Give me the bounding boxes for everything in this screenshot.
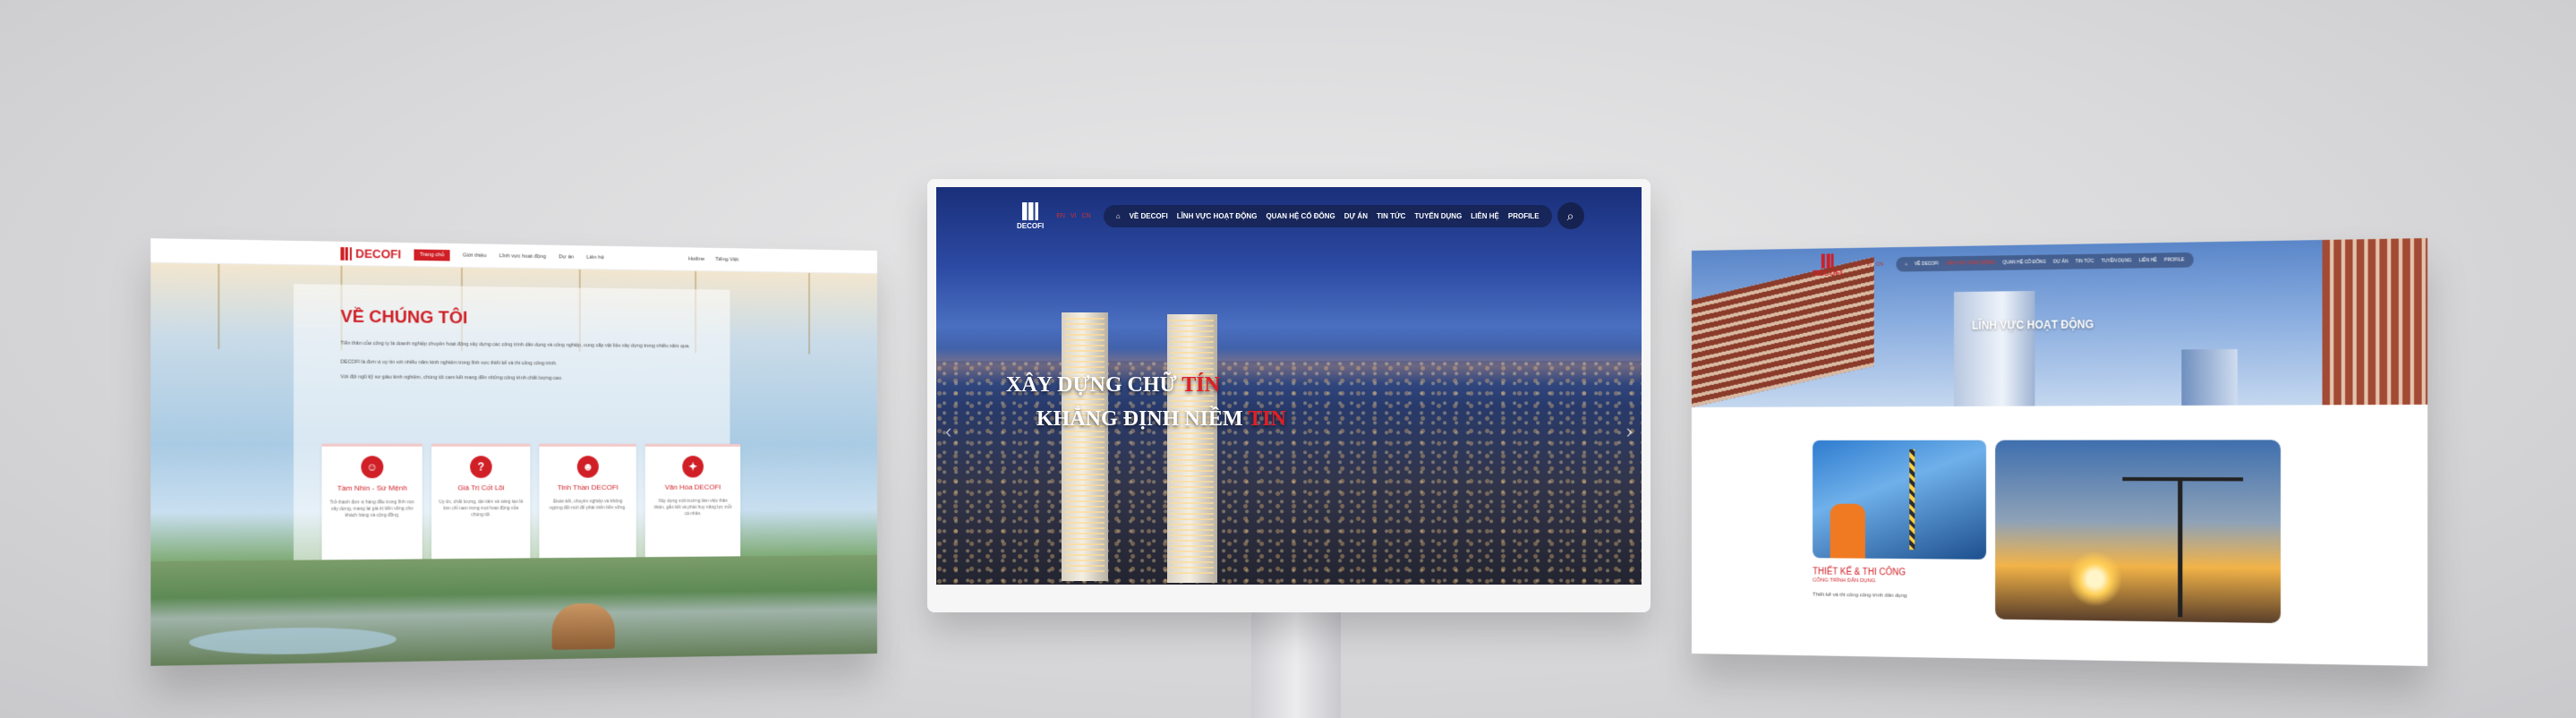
service-card-title[interactable]: THIẾT KẾ & THI CÔNG <box>1813 567 1906 577</box>
feature-title: Tầm Nhìn - Sứ Mệnh <box>337 483 407 492</box>
building-logo-icon <box>1022 201 1039 220</box>
home-icon[interactable]: ⌂ <box>1905 261 1907 267</box>
menu-item-fields[interactable]: LĨNH VỰC HOẠT ĐỘNG <box>1946 261 1996 267</box>
search-icon[interactable]: ⌕ <box>1557 202 1584 229</box>
right-logo[interactable]: DECOFI <box>1813 253 1842 278</box>
left-screen-wrapper: VỀ CHÚNG TÔI Tiền thân của công ty là do… <box>150 238 877 666</box>
lake-shape <box>189 626 397 656</box>
language-switcher: EN VI CN <box>1855 262 1883 269</box>
crane-jib-shape <box>2122 476 2244 482</box>
home-icon[interactable]: ⌂ <box>1116 212 1121 220</box>
logo-text: DECOFI <box>1017 221 1045 230</box>
center-navbar: DECOFI EN VI CN ⌂ VỀ DECOFI LĨNH VỰC HOẠ… <box>1017 198 1584 234</box>
menu-item-fields[interactable]: LĨNH VỰC HOẠT ĐỘNG <box>1177 212 1258 220</box>
menu-item-shareholders[interactable]: QUAN HỆ CỔ ĐÔNG <box>1266 212 1335 220</box>
building-shape <box>1954 290 2035 406</box>
lang-en[interactable]: EN <box>1855 262 1862 268</box>
building-shape <box>2181 348 2238 406</box>
building-shape <box>1692 257 1874 407</box>
menu-item-careers[interactable]: TUYỂN DỤNG <box>2102 258 2132 264</box>
center-screen: DECOFI EN VI CN ⌂ VỀ DECOFI LĨNH VỰC HOẠ… <box>936 187 1642 585</box>
language-switch[interactable]: Tiếng Việt <box>715 257 738 262</box>
menu-item-projects[interactable]: DỰ ÁN <box>1344 212 1368 220</box>
building-shape <box>2322 237 2428 406</box>
menu-item-news[interactable]: TIN TỨC <box>2076 259 2094 265</box>
nav-projects[interactable]: Dự án <box>559 254 574 260</box>
slider-prev-icon[interactable]: ‹ <box>945 420 951 443</box>
about-title: VỀ CHÚNG TÔI <box>340 306 468 329</box>
service-card-image-worker[interactable] <box>1813 440 1987 560</box>
lang-vi[interactable]: VI <box>1866 262 1872 268</box>
slogan-text: XÂY DỰNG CHỮ <box>1006 373 1177 397</box>
logo-text: DECOFI <box>355 246 402 261</box>
question-icon: ? <box>470 456 492 478</box>
nav-about[interactable]: Giới thiệu <box>463 252 487 259</box>
lang-cn[interactable]: CN <box>1082 213 1091 219</box>
hotline-link[interactable]: Hotline <box>688 256 704 261</box>
building-logo-icon <box>1821 253 1834 269</box>
menu-item-news[interactable]: TIN TỨC <box>1377 212 1405 220</box>
crane-mast-shape <box>2178 477 2183 618</box>
menu-item-about[interactable]: VỀ DECOFI <box>1130 212 1168 220</box>
feature-text: Xây dựng môi trường làm việc thân thiện,… <box>653 498 732 517</box>
service-card-image-crane[interactable] <box>1995 440 2282 624</box>
menu-item-profile[interactable]: PROFILE <box>1508 212 1540 220</box>
menu-item-projects[interactable]: DỰ ÁN <box>2053 259 2068 264</box>
feature-title: Văn Hóa DECOFI <box>664 483 721 491</box>
service-card-subtitle: CÔNG TRÌNH DÂN DỤNG <box>1813 577 1876 585</box>
feature-text: Trở thành đơn vị hàng đầu trong lĩnh vực… <box>329 499 415 519</box>
lightbulb-icon: ✦ <box>682 456 704 478</box>
menu-item-about[interactable]: VỀ DECOFI <box>1915 261 1939 268</box>
hero-title: LĨNH VỰC HOẠT ĐỘNG <box>1972 318 2094 332</box>
building-logo-icon <box>340 246 352 261</box>
right-screen-wrapper: LĨNH VỰC HOẠT ĐỘNG DECOFI EN VI CN ⌂ VỀ … <box>1692 237 2428 667</box>
nav-fields[interactable]: Lĩnh vực hoạt động <box>499 253 546 260</box>
menu-item-profile[interactable]: PROFILE <box>2164 257 2184 263</box>
people-icon: ☻ <box>576 456 599 478</box>
menu-item-contact[interactable]: LIÊN HỆ <box>2139 258 2157 264</box>
service-card-text: Thiết kế và thi công công trình dân dụng <box>1813 592 1907 599</box>
feature-text: Đoàn kết, chuyên nghiệp và không ngừng đ… <box>549 499 627 511</box>
nav-contact[interactable]: Liên hệ <box>586 254 604 260</box>
dome-building-shape <box>551 603 615 650</box>
slogan-accent: TIN <box>1248 407 1286 431</box>
lang-cn[interactable]: CN <box>1876 262 1884 268</box>
slider-next-icon[interactable]: › <box>1626 420 1633 443</box>
sunset-shape <box>2067 551 2123 608</box>
center-logo[interactable]: DECOFI <box>1017 201 1045 230</box>
right-screen: LĨNH VỰC HOẠT ĐỘNG DECOFI EN VI CN ⌂ VỀ … <box>1692 237 2428 667</box>
lang-vi[interactable]: VI <box>1070 213 1077 219</box>
left-hero-background: VỀ CHÚNG TÔI Tiền thân của công ty là do… <box>150 262 877 666</box>
monitor-stand <box>1251 609 1341 718</box>
city-aerial-image <box>150 555 877 666</box>
tower-left <box>1062 312 1108 581</box>
left-screen: VỀ CHÚNG TÔI Tiền thân của công ty là do… <box>150 238 877 666</box>
nav-home[interactable]: Trang chủ <box>414 248 450 261</box>
main-menu: ⌂ VỀ DECOFI LĨNH VỰC HOẠT ĐỘNG QUAN HỆ C… <box>1103 204 1552 227</box>
lang-en[interactable]: EN <box>1056 213 1065 219</box>
feature-title: Tinh Thần DECOFI <box>557 483 618 492</box>
logo-text: DECOFI <box>1813 268 1843 278</box>
slogan-text: KHẲNG ĐỊNH NIỀM <box>1036 407 1243 431</box>
menu-item-shareholders[interactable]: QUAN HỆ CỔ ĐÔNG <box>2002 260 2046 266</box>
menu-item-contact[interactable]: LIÊN HỆ <box>1471 212 1499 220</box>
hero-slogan-line-2: KHẲNG ĐỊNH NIỀM TIN <box>1036 407 1286 432</box>
main-menu: ⌂ VỀ DECOFI LĨNH VỰC HOẠT ĐỘNG QUAN HỆ C… <box>1896 252 2194 272</box>
person-icon: ☺ <box>361 456 384 479</box>
menu-item-careers[interactable]: TUYỂN DỤNG <box>1414 212 1462 220</box>
tower-right <box>1167 314 1217 583</box>
feature-title: Giá Trị Cốt Lõi <box>457 483 505 492</box>
slogan-accent: TÍN <box>1181 373 1220 397</box>
language-switcher: EN VI CN <box>1056 213 1090 219</box>
left-logo[interactable]: DECOFI <box>340 246 401 261</box>
hero-slogan-line-1: XÂY DỰNG CHỮ TÍN <box>1006 373 1220 397</box>
feature-text: Uy tín, chất lượng, tận tâm và sáng tạo … <box>439 499 524 518</box>
left-nav-right: Hotline Tiếng Việt <box>688 256 738 262</box>
